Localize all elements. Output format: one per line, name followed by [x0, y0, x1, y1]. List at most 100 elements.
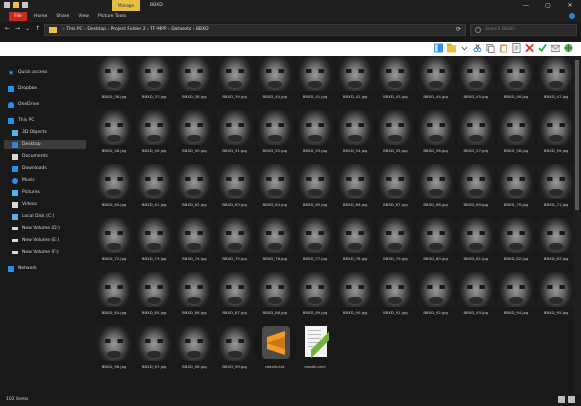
file-item[interactable]: BBXD_86.jpg: [175, 272, 213, 315]
file-item[interactable]: BBXD_99.jpg: [216, 326, 254, 369]
cut-icon[interactable]: [473, 43, 482, 53]
breadcrumb[interactable]: › This PC › Desktop › Project Folder 2 ›…: [63, 25, 209, 35]
sidebar-item-pictures[interactable]: Pictures: [12, 188, 40, 197]
details-view-icon[interactable]: [558, 396, 565, 403]
address-bar[interactable]: › This PC › Desktop › Project Folder 2 ›…: [44, 24, 466, 36]
sidebar-item-volume-e[interactable]: New Volume (E:): [12, 236, 59, 245]
file-item[interactable]: BBXD_97.jpg: [135, 326, 173, 369]
mail-icon[interactable]: [551, 43, 560, 53]
properties-icon[interactable]: [512, 43, 521, 53]
file-item[interactable]: BBXD_98.jpg: [175, 326, 213, 369]
file-item[interactable]: BBXD_49.jpg: [135, 110, 173, 153]
file-item[interactable]: BBXD_45.jpg: [457, 56, 495, 99]
file-item[interactable]: BBXD_76.jpg: [256, 218, 294, 261]
file-item[interactable]: BBXD_61.jpg: [135, 164, 173, 207]
file-item[interactable]: BBXD_96.jpg: [95, 326, 133, 369]
sidebar-item-documents[interactable]: Documents: [12, 152, 48, 161]
file-item[interactable]: BBXD_72.jpg: [95, 218, 133, 261]
sidebar-item-downloads[interactable]: Downloads: [12, 164, 47, 173]
sidebar-item-desktop[interactable]: Desktop: [12, 140, 41, 149]
file-item[interactable]: BBXD_92.jpg: [417, 272, 455, 315]
file-item[interactable]: BBXD_91.jpg: [376, 272, 414, 315]
new-folder-icon[interactable]: [447, 43, 456, 53]
sidebar-item-3d-objects[interactable]: 3D Objects: [12, 128, 47, 137]
file-item[interactable]: BBXD_90.jpg: [336, 272, 374, 315]
maximize-button[interactable]: ▢: [537, 0, 559, 11]
file-item[interactable]: BBXD_57.jpg: [457, 110, 495, 153]
file-item[interactable]: BBXD_71.jpg: [537, 164, 573, 207]
forward-button[interactable]: →: [15, 24, 20, 34]
file-item[interactable]: BBXD_44.jpg: [417, 56, 455, 99]
file-item[interactable]: BBXD_41.jpg: [296, 56, 334, 99]
sidebar-item-quick-access[interactable]: Quick access: [8, 68, 47, 77]
help-icon[interactable]: [569, 13, 575, 19]
file-item[interactable]: BBXD_69.jpg: [457, 164, 495, 207]
back-button[interactable]: ←: [5, 24, 10, 34]
file-item[interactable]: BBXD_53.jpg: [296, 110, 334, 153]
file-item[interactable]: BBXD_62.jpg: [175, 164, 213, 207]
globe-icon[interactable]: [564, 43, 573, 53]
tab-manage[interactable]: Manage: [112, 0, 140, 11]
file-item[interactable]: BBXD_58.jpg: [497, 110, 535, 153]
file-item[interactable]: BBXD_54.jpg: [336, 110, 374, 153]
file-item[interactable]: BBXD_64.jpg: [256, 164, 294, 207]
sidebar-item-network[interactable]: Network: [8, 264, 37, 273]
sidebar-item-volume-d[interactable]: New Volume (D:): [12, 224, 60, 233]
file-item[interactable]: BBXD_52.jpg: [256, 110, 294, 153]
recent-locations-button[interactable]: ⌄: [25, 24, 30, 34]
delete-icon[interactable]: [525, 43, 534, 53]
file-item[interactable]: BBXD_94.jpg: [497, 272, 535, 315]
close-button[interactable]: ✕: [559, 0, 581, 11]
tab-picture-tools[interactable]: Picture Tools: [98, 11, 126, 22]
file-item[interactable]: BBXD_50.jpg: [175, 110, 213, 153]
file-item[interactable]: BBXD_59.jpg: [537, 110, 573, 153]
file-item[interactable]: BBXD_65.jpg: [296, 164, 334, 207]
file-item[interactable]: BBXD_73.jpg: [135, 218, 173, 261]
tab-file[interactable]: File: [9, 12, 27, 21]
sidebar-item-volume-f[interactable]: New Volume (F:): [12, 248, 59, 257]
sidebar-item-onedrive[interactable]: OneDrive: [8, 100, 39, 109]
search-input[interactable]: Search BBXD: [485, 25, 515, 35]
file-item[interactable]: BBXD_70.jpg: [497, 164, 535, 207]
file-item[interactable]: BBXD_80.jpg: [417, 218, 455, 261]
layout-icon[interactable]: [434, 43, 443, 53]
file-item[interactable]: BBXD_82.jpg: [497, 218, 535, 261]
checkmark-icon[interactable]: [538, 43, 547, 53]
file-item[interactable]: model.onnl: [296, 326, 334, 369]
file-item[interactable]: BBXD_43.jpg: [376, 56, 414, 99]
file-item[interactable]: BBXD_40.jpg: [256, 56, 294, 99]
file-item[interactable]: BBXD_67.jpg: [376, 164, 414, 207]
tab-view[interactable]: View: [78, 11, 89, 22]
minimize-button[interactable]: —: [515, 0, 537, 11]
tab-share[interactable]: Share: [56, 11, 69, 22]
file-item[interactable]: BBXD_55.jpg: [376, 110, 414, 153]
file-item[interactable]: BBXD_66.jpg: [336, 164, 374, 207]
tab-home[interactable]: Home: [34, 11, 47, 22]
properties-icon[interactable]: [22, 2, 28, 8]
file-item[interactable]: BBXD_81.jpg: [457, 218, 495, 261]
scrollbar-thumb[interactable]: [575, 60, 579, 210]
scrollbar[interactable]: [573, 56, 581, 394]
copy-icon[interactable]: [486, 43, 495, 53]
file-item[interactable]: BBXD_74.jpg: [175, 218, 213, 261]
file-item[interactable]: BBXD_89.jpg: [296, 272, 334, 315]
file-item[interactable]: BBXD_85.jpg: [135, 272, 173, 315]
file-item[interactable]: BBXD_42.jpg: [336, 56, 374, 99]
file-item[interactable]: BBXD_95.jpg: [537, 272, 573, 315]
file-item[interactable]: BBXD_77.jpg: [296, 218, 334, 261]
file-item[interactable]: BBXD_68.jpg: [417, 164, 455, 207]
file-item[interactable]: BBXD_79.jpg: [376, 218, 414, 261]
file-item[interactable]: details.txt: [256, 326, 294, 369]
file-item[interactable]: BBXD_38.jpg: [95, 56, 133, 99]
up-button[interactable]: ↑: [35, 24, 40, 34]
file-item[interactable]: BBXD_63.jpg: [216, 164, 254, 207]
sidebar-item-local-disk-c[interactable]: Local Disk (C:): [12, 212, 54, 221]
sidebar-item-music[interactable]: Music: [12, 176, 35, 185]
file-item[interactable]: BBXD_83.jpg: [537, 218, 573, 261]
sidebar-item-dropbox[interactable]: Dropbox: [8, 84, 37, 93]
file-item[interactable]: BBXD_48.jpg: [95, 110, 133, 153]
dropdown-arrow-icon[interactable]: [460, 43, 469, 53]
file-item[interactable]: BBXD_88.jpg: [256, 272, 294, 315]
large-icons-view-icon[interactable]: [568, 396, 575, 403]
file-item[interactable]: BBXD_78.jpg: [336, 218, 374, 261]
